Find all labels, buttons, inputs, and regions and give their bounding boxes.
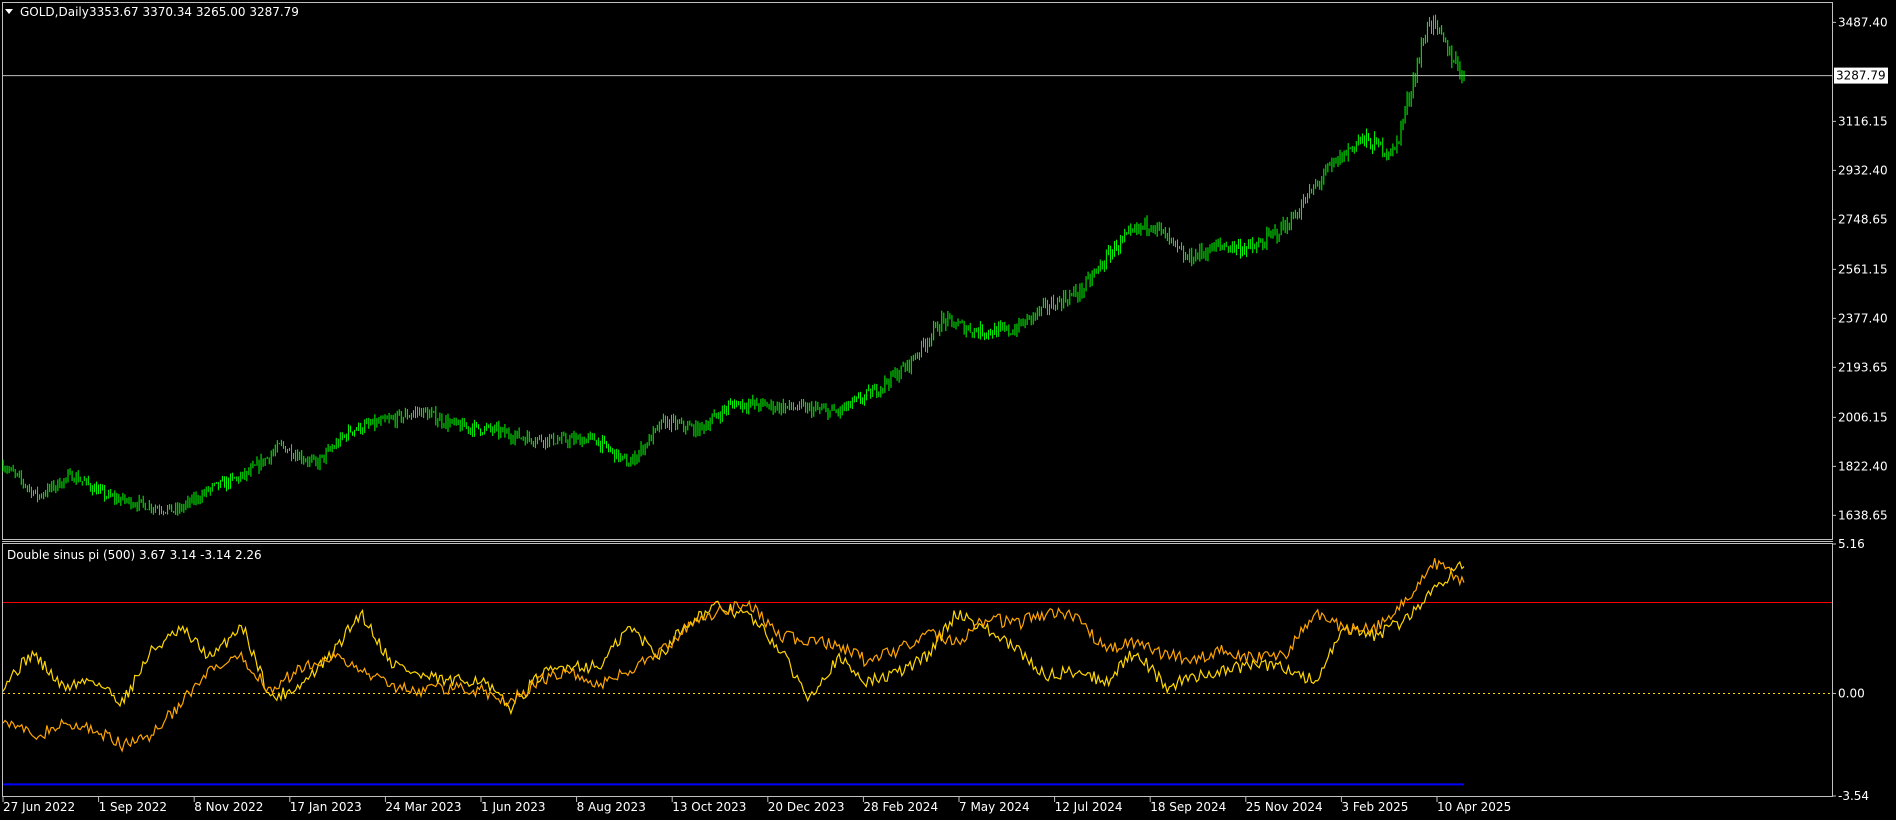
- main-pane-frame: [2, 2, 1833, 540]
- price-tick-label: 2377.40: [1838, 311, 1888, 325]
- symbol-label: GOLD,Daily: [20, 5, 89, 19]
- time-tick-label: 28 Feb 2024: [863, 800, 938, 814]
- indicator-pane-frame: [2, 543, 1833, 797]
- price-tick-label: 2932.40: [1838, 163, 1888, 177]
- price-tick-label: 2561.15: [1838, 262, 1888, 276]
- price-series: [2, 14, 1465, 516]
- indicator-tick-label: 0.00: [1838, 686, 1865, 700]
- time-tick-label: 8 Nov 2022: [194, 800, 263, 814]
- indicator-tick-label: 5.16: [1838, 537, 1865, 551]
- indicator-label: Double sinus pi (500) 3.67 3.14 -3.14 2.…: [7, 548, 262, 562]
- time-axis: 27 Jun 2022 1 Sep 2022 8 Nov 2022 17 Jan 20…: [2, 797, 1511, 814]
- indicator-levels: [3, 602, 1832, 786]
- time-tick-label: 10 Apr 2025: [1437, 800, 1511, 814]
- time-tick-label: 3 Feb 2025: [1341, 800, 1408, 814]
- price-tick-label: 1638.65: [1838, 508, 1888, 522]
- time-tick-label: 25 Nov 2024: [1246, 800, 1323, 814]
- time-tick-label: 18 Sep 2024: [1150, 800, 1226, 814]
- time-tick-label: 17 Jan 2023: [290, 800, 362, 814]
- chart-terminal: 3287.79 3487.40 3116.15 2932.40 2748.65 2561…: [2, 2, 1888, 814]
- time-tick-label: 24 Mar 2023: [385, 800, 461, 814]
- time-tick-label: 20 Dec 2023: [768, 800, 845, 814]
- time-tick-label: 12 Jul 2024: [1055, 800, 1123, 814]
- time-tick-label: 8 Aug 2023: [577, 800, 646, 814]
- current-price-label: 3287.79: [1836, 69, 1886, 83]
- time-tick-label: 13 Oct 2023: [672, 800, 746, 814]
- indicator-line-2: [2, 558, 1465, 753]
- indicator-line-1: [2, 560, 1465, 716]
- indicator-series: [2, 558, 1465, 753]
- triangle-down-icon[interactable]: [5, 9, 13, 14]
- price-tick-label: 2006.15: [1838, 410, 1888, 424]
- indicator-axis: 5.16 0.00 -3.54: [1832, 537, 1869, 803]
- indicator-tick-label: -3.54: [1838, 789, 1869, 803]
- price-tick-label: 3487.40: [1838, 15, 1888, 29]
- time-tick-label: 1 Jun 2023: [481, 800, 546, 814]
- time-tick-label: 1 Sep 2022: [99, 800, 167, 814]
- time-tick-label: 27 Jun 2022: [3, 800, 75, 814]
- price-level-group: 3287.79: [3, 67, 1888, 84]
- time-tick-label: 7 May 2024: [959, 800, 1030, 814]
- price-tick-label: 2748.65: [1838, 212, 1888, 226]
- ohlc-values: 3353.67 3370.34 3265.00 3287.79: [89, 5, 299, 19]
- price-axis: 3487.40 3116.15 2932.40 2748.65 2561.15 2377.…: [1832, 15, 1888, 522]
- price-tick-label: 3116.15: [1838, 114, 1888, 128]
- price-tick-label: 1822.40: [1838, 459, 1888, 473]
- price-tick-label: 2193.65: [1838, 360, 1888, 374]
